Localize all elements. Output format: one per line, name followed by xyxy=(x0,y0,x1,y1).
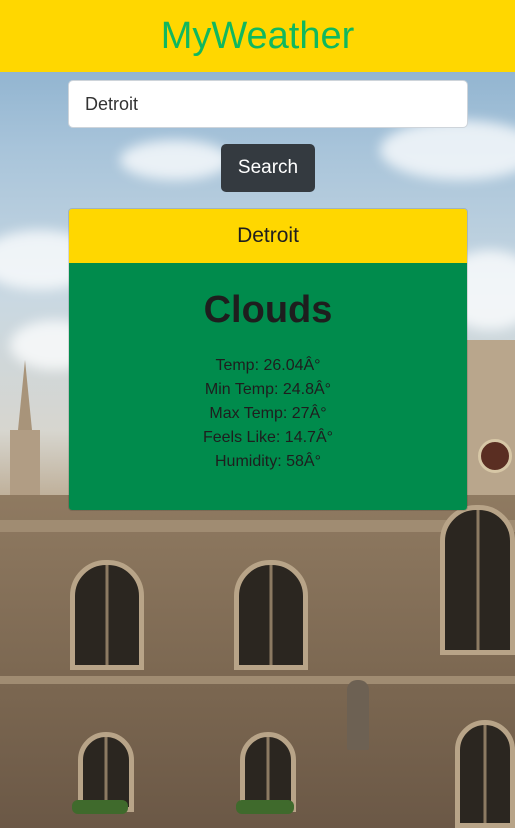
weather-condition: Clouds xyxy=(203,289,333,331)
stat-feels-like: Feels Like: 14.7Â° xyxy=(202,429,334,446)
app-header: MyWeather xyxy=(0,0,515,72)
weather-card: Detroit Clouds Temp: 26.04Â° Min Temp: 2… xyxy=(68,208,468,511)
stat-humidity: Humidity: 58Â° xyxy=(215,453,321,470)
stat-temp: Temp: 26.04Â° xyxy=(215,357,321,374)
stat-max-temp: Max Temp: 27Â° xyxy=(209,405,327,422)
app-title: MyWeather xyxy=(160,14,355,57)
stat-min-temp: Min Temp: 24.8Â° xyxy=(204,381,332,398)
weather-card-body: Clouds Temp: 26.04Â° Min Temp: 24.8Â° Ma… xyxy=(69,263,467,510)
city-search-input[interactable] xyxy=(68,80,468,128)
search-button[interactable]: Search xyxy=(221,144,315,192)
weather-card-city: Detroit xyxy=(69,209,467,263)
clock-face xyxy=(478,439,512,473)
